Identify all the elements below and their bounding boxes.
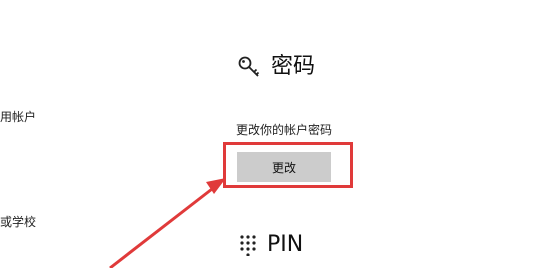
sidebar-item-work-school[interactable]: 或学校 <box>0 213 36 230</box>
pin-section-header: PIN <box>239 234 303 256</box>
password-section-title: 密码 <box>271 54 316 79</box>
change-password-button[interactable]: 更改 <box>237 152 331 182</box>
password-section-header: 密码 <box>237 55 315 79</box>
password-description: 更改你的帐户密码 <box>236 123 333 137</box>
key-icon <box>237 55 261 79</box>
sidebar-item-account[interactable]: 用帐户 <box>0 108 36 125</box>
pin-section-title: PIN <box>267 232 304 257</box>
keypad-icon <box>239 234 257 256</box>
